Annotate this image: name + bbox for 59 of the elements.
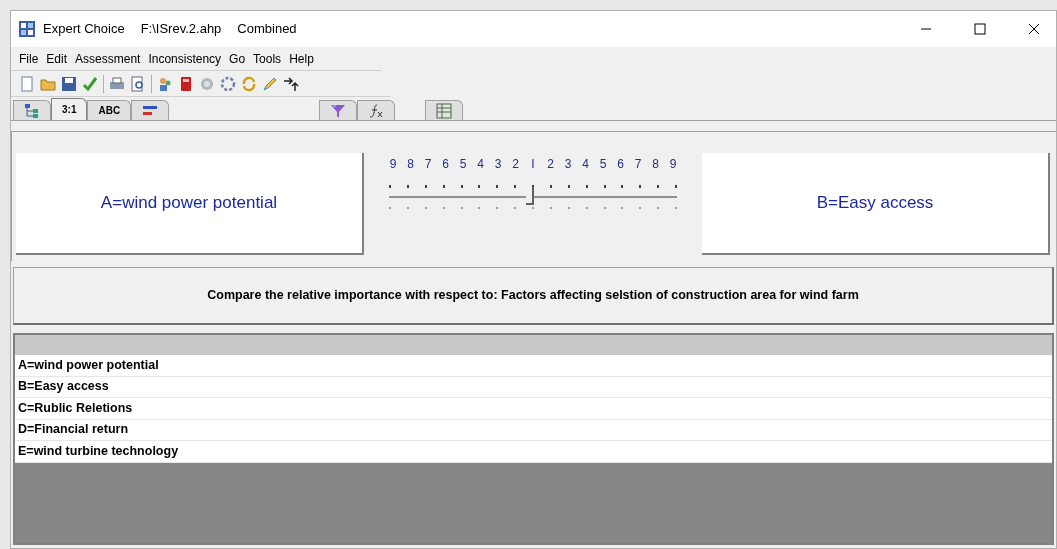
scale-label: I: [530, 156, 536, 173]
new-document-icon[interactable]: [19, 75, 35, 92]
scale-label: 3: [493, 156, 503, 173]
list-row[interactable]: E=wind turbine technology: [15, 441, 1052, 463]
save-icon[interactable]: [61, 75, 77, 92]
scale-label: 8: [651, 156, 660, 173]
element-b-panel: B=Easy access: [702, 153, 1050, 255]
maximize-icon[interactable]: [974, 23, 986, 35]
grid-icon: [436, 102, 453, 119]
scale-label: 5: [458, 156, 468, 173]
tab[interactable]: [357, 100, 396, 120]
pencil-icon[interactable]: [262, 75, 278, 92]
tab[interactable]: 3:1: [51, 98, 88, 120]
tab[interactable]: [319, 100, 358, 120]
scale-label: 7: [423, 156, 433, 173]
scale-label: 2: [511, 156, 520, 173]
tree-icon: [24, 102, 40, 119]
list-row[interactable]: B=Easy access: [15, 376, 1052, 398]
menu-item[interactable]: Assessment: [75, 49, 141, 68]
scale-label: 5: [598, 156, 608, 173]
arrows-icon[interactable]: [283, 75, 299, 92]
menu-item[interactable]: File: [19, 49, 39, 68]
list-row[interactable]: A=wind power potential: [15, 355, 1052, 377]
checkmark-icon[interactable]: [82, 75, 98, 92]
tab[interactable]: [131, 100, 170, 120]
refresh-icon[interactable]: [241, 75, 257, 92]
window-title: Expert Choice: [43, 20, 125, 39]
menu-item[interactable]: Help: [289, 49, 314, 68]
list-row[interactable]: D=Financial return: [15, 419, 1052, 441]
mode-label: Combined: [237, 20, 297, 39]
close-icon[interactable]: [1028, 23, 1040, 35]
print-preview-icon[interactable]: [130, 75, 146, 92]
scale-label: 8: [406, 156, 415, 173]
tab[interactable]: [13, 100, 51, 120]
scale-label: 9: [668, 156, 678, 173]
menu-item[interactable]: Tools: [253, 49, 282, 68]
people-icon[interactable]: [157, 75, 173, 92]
menu-item[interactable]: Inconsistency: [148, 49, 222, 68]
printer-icon[interactable]: [109, 75, 125, 92]
tab[interactable]: [425, 100, 464, 120]
formula-icon: [368, 102, 385, 119]
scale-label: 4: [476, 156, 485, 173]
scale-label: 3: [563, 156, 573, 173]
menu-item[interactable]: Go: [229, 49, 246, 68]
scale-label: 4: [581, 156, 590, 173]
funnel-icon: [330, 102, 347, 119]
scale-label: 6: [616, 156, 625, 173]
app-icon: [19, 21, 35, 37]
element-a-panel: A=wind power potential: [16, 153, 364, 255]
scale-label: 6: [441, 156, 450, 173]
scale-label: 9: [388, 156, 398, 173]
list-row[interactable]: C=Rublic Reletions: [15, 398, 1052, 420]
comparison-prompt: Compare the relative importance with respect to: Factors affecting selstion of construction area for wind farm: [13, 267, 1054, 325]
menu-item[interactable]: Edit: [46, 49, 68, 68]
scale-label: 2: [546, 156, 555, 173]
scale-label: 7: [633, 156, 643, 173]
tab[interactable]: ABC: [87, 100, 132, 120]
calculator-icon[interactable]: [178, 75, 194, 92]
file-path: F:\ISrev.2.ahp: [140, 20, 222, 39]
